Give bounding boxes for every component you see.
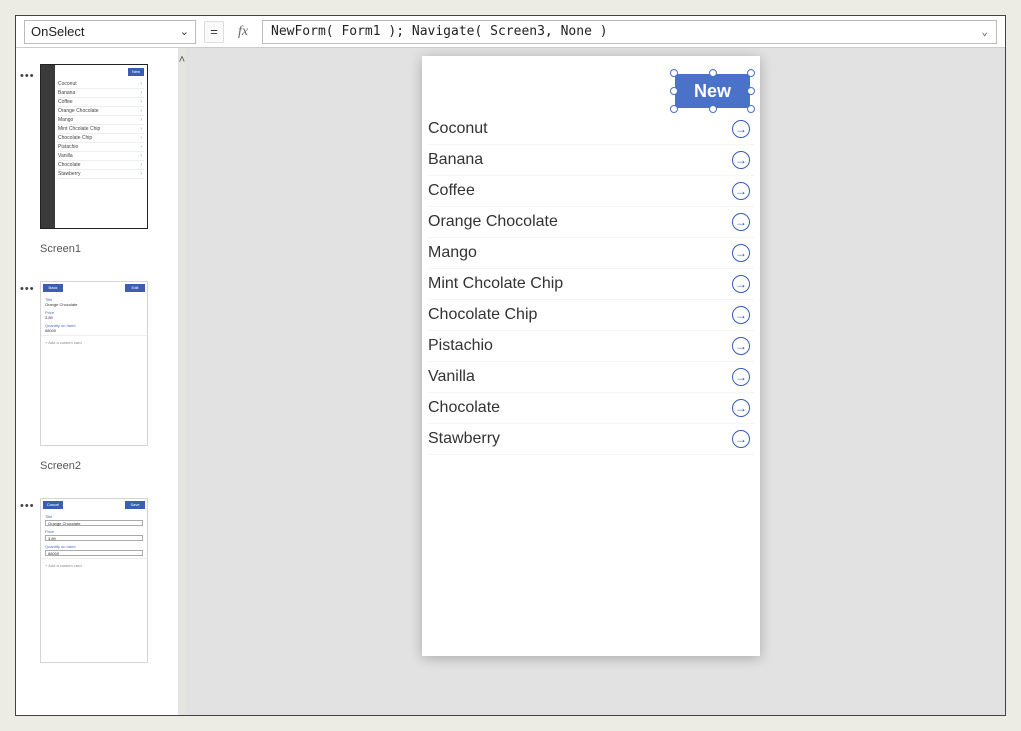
list-item-label: Chocolate xyxy=(428,399,732,417)
thumb-edit-button: Edit xyxy=(125,284,145,292)
list-item-label: Mango xyxy=(428,244,732,262)
thumb-list-item: Banana› xyxy=(58,89,144,98)
ellipsis-icon[interactable]: ••• xyxy=(20,283,35,295)
app-screen[interactable]: New Coconut→Banana→Coffee→Orange Chocola… xyxy=(422,56,760,656)
thumb-list-item: Coffee› xyxy=(58,98,144,107)
chevron-up-icon[interactable]: ˄ xyxy=(178,54,186,66)
arrow-right-icon[interactable]: → xyxy=(732,120,750,138)
list-item-label: Banana xyxy=(428,151,732,169)
list-item[interactable]: Chocolate→ xyxy=(428,393,754,424)
list-item[interactable]: Vanilla→ xyxy=(428,362,754,393)
list-item-label: Chocolate Chip xyxy=(428,306,732,324)
screen2-label: Screen2 xyxy=(40,460,178,472)
arrow-right-icon[interactable]: → xyxy=(732,151,750,169)
arrow-right-icon[interactable]: → xyxy=(732,213,750,231)
chevron-down-icon[interactable]: ⌄ xyxy=(981,25,988,38)
thumb-list-item: Chocolate› xyxy=(58,161,144,170)
arrow-right-icon[interactable]: → xyxy=(732,306,750,324)
formula-text: NewForm( Form1 ); Navigate( Screen3, Non… xyxy=(271,24,608,39)
canvas-area[interactable]: New Coconut→Banana→Coffee→Orange Chocola… xyxy=(186,48,1005,715)
panel-splitter[interactable]: ˄ xyxy=(178,48,186,715)
list-item[interactable]: Chocolate Chip→ xyxy=(428,300,754,331)
resize-handle[interactable] xyxy=(747,69,755,77)
list-item[interactable]: Coconut→ xyxy=(428,114,754,145)
screen1-label: Screen1 xyxy=(40,243,178,255)
thumb-list-item: Chocolate Chip› xyxy=(58,134,144,143)
arrow-right-icon[interactable]: → xyxy=(732,244,750,262)
thumb-save-button: Save xyxy=(125,501,145,509)
equals-operator: = xyxy=(204,21,224,43)
arrow-right-icon[interactable]: → xyxy=(732,430,750,448)
formula-bar: OnSelect ⌄ = fx NewForm( Form1 ); Naviga… xyxy=(16,16,1005,48)
resize-handle[interactable] xyxy=(670,105,678,113)
resize-handle[interactable] xyxy=(747,87,755,95)
arrow-right-icon[interactable]: → xyxy=(732,399,750,417)
arrow-right-icon[interactable]: → xyxy=(732,182,750,200)
thumb-list-item: Coconut› xyxy=(58,80,144,89)
resize-handle[interactable] xyxy=(709,69,717,77)
resize-handle[interactable] xyxy=(670,69,678,77)
list-item[interactable]: Mint Chcolate Chip→ xyxy=(428,269,754,300)
arrow-right-icon[interactable]: → xyxy=(732,337,750,355)
resize-handle[interactable] xyxy=(670,87,678,95)
screen3-thumbnail[interactable]: Cancel Save Title Orange Chocolate Price… xyxy=(40,498,148,663)
list-item[interactable]: Coffee→ xyxy=(428,176,754,207)
list-item[interactable]: Stawberry→ xyxy=(428,424,754,455)
screen1-thumbnail[interactable]: New Coconut›Banana›Coffee›Orange Chocola… xyxy=(40,64,148,229)
thumb-back-button: Back xyxy=(43,284,63,292)
arrow-right-icon[interactable]: → xyxy=(732,368,750,386)
thumb-list-item: Orange Chocolate› xyxy=(58,107,144,116)
list-item[interactable]: Banana→ xyxy=(428,145,754,176)
thumb-list-item: Vanilla› xyxy=(58,152,144,161)
property-select[interactable]: OnSelect ⌄ xyxy=(24,20,196,44)
screens-panel: ••• New Coconut›Banana›Coffee›Orange Cho… xyxy=(16,48,178,715)
thumb-list-item: Stawberry› xyxy=(58,170,144,179)
thumb-cancel-button: Cancel xyxy=(43,501,63,509)
resize-handle[interactable] xyxy=(747,105,755,113)
property-select-value: OnSelect xyxy=(31,24,84,39)
ellipsis-icon[interactable]: ••• xyxy=(20,500,35,512)
list-item-label: Coconut xyxy=(428,120,732,138)
list-item-label: Orange Chocolate xyxy=(428,213,732,231)
list-item-label: Stawberry xyxy=(428,430,732,448)
list-item-label: Vanilla xyxy=(428,368,732,386)
list-item-label: Coffee xyxy=(428,182,732,200)
thumb-list-item: Mint Chcolate Chip› xyxy=(58,125,144,134)
thumb-new-button: New xyxy=(128,68,144,76)
formula-input[interactable]: NewForm( Form1 ); Navigate( Screen3, Non… xyxy=(262,20,997,44)
list-item[interactable]: Pistachio→ xyxy=(428,331,754,362)
workspace: ••• New Coconut›Banana›Coffee›Orange Cho… xyxy=(16,48,1005,715)
chevron-down-icon: ⌄ xyxy=(180,25,189,38)
new-button-selection[interactable]: New xyxy=(675,74,750,108)
gallery[interactable]: Coconut→Banana→Coffee→Orange Chocolate→M… xyxy=(428,114,754,650)
fx-icon: fx xyxy=(232,24,254,40)
arrow-right-icon[interactable]: → xyxy=(732,275,750,293)
new-button[interactable]: New xyxy=(675,74,750,108)
ellipsis-icon[interactable]: ••• xyxy=(20,70,35,82)
resize-handle[interactable] xyxy=(709,105,717,113)
thumb-list-item: Mango› xyxy=(58,116,144,125)
app-frame: OnSelect ⌄ = fx NewForm( Form1 ); Naviga… xyxy=(15,15,1006,716)
thumb-list-item: Pistachio› xyxy=(58,143,144,152)
list-item[interactable]: Mango→ xyxy=(428,238,754,269)
screen2-thumbnail[interactable]: Back Edit Title Orange Chocolate Price 3… xyxy=(40,281,148,446)
list-item[interactable]: Orange Chocolate→ xyxy=(428,207,754,238)
list-item-label: Pistachio xyxy=(428,337,732,355)
list-item-label: Mint Chcolate Chip xyxy=(428,275,732,293)
